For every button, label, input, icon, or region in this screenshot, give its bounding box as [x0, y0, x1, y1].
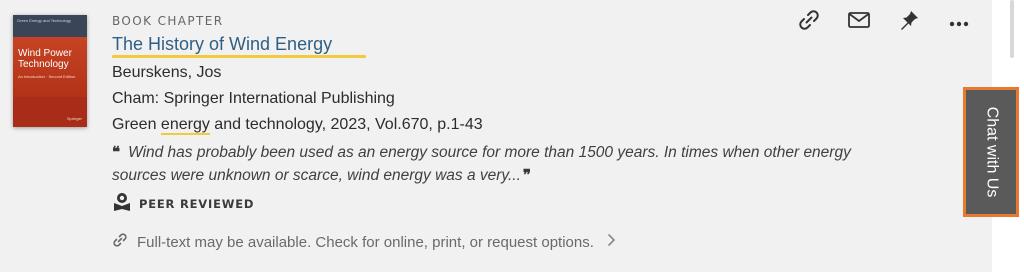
snippet-text: Wind has probably been used as an energy… — [112, 144, 851, 184]
result-card: Green Energy and Technology Wind Power T… — [0, 0, 992, 272]
fulltext-availability-link[interactable]: Full-text may be available. Check for on… — [112, 232, 616, 252]
scrollbar-thumb[interactable] — [1010, 0, 1014, 58]
close-quote-icon: ❞ — [522, 166, 531, 184]
cover-publisher-logo: Springer — [66, 116, 82, 121]
pin-button[interactable] — [894, 8, 924, 36]
email-icon — [847, 10, 871, 34]
open-quote-icon: ❝ — [112, 143, 121, 161]
peer-reviewed-label: PEER REVIEWED — [139, 197, 255, 211]
chat-with-us-button[interactable]: Chat with Us — [963, 87, 1019, 217]
chat-label: Chat with Us — [983, 106, 1001, 198]
peer-reviewed-icon — [112, 192, 132, 216]
more-actions-button[interactable] — [944, 8, 974, 36]
cover-lower-band — [13, 97, 87, 127]
link-icon — [112, 232, 128, 252]
record-actions — [794, 8, 974, 36]
permalink-button[interactable] — [794, 8, 824, 36]
record-title-link[interactable]: The History of Wind Energy — [112, 34, 332, 55]
title-highlight-underline — [112, 55, 366, 58]
more-icon — [948, 13, 970, 32]
source-highlight-term: energy — [160, 116, 210, 135]
email-button[interactable] — [844, 8, 874, 36]
pin-icon — [898, 9, 920, 35]
cover-subtitle: An Introduction · Second Edition — [18, 74, 76, 79]
record-snippet: ❝ Wind has probably been used as an energ… — [112, 141, 892, 187]
fulltext-text: Full-text may be available. Check for on… — [137, 233, 594, 251]
resource-type-label: BOOK CHAPTER — [112, 14, 224, 28]
chevron-right-icon — [606, 233, 616, 251]
link-icon — [798, 9, 820, 35]
source-suffix: and technology, 2023, Vol.670, p.1-43 — [209, 116, 483, 133]
cover-series-text: Green Energy and Technology — [17, 18, 71, 23]
cover-title: Wind Power Technology — [18, 48, 72, 70]
peer-reviewed-badge: PEER REVIEWED — [112, 192, 254, 216]
record-source: Green energy and technology, 2023, Vol.6… — [112, 116, 483, 135]
source-prefix: Green — [112, 116, 161, 133]
record-publisher: Cham: Springer International Publishing — [112, 90, 395, 107]
book-cover-thumbnail[interactable]: Green Energy and Technology Wind Power T… — [13, 15, 87, 127]
record-author: Beurskens, Jos — [112, 64, 222, 81]
